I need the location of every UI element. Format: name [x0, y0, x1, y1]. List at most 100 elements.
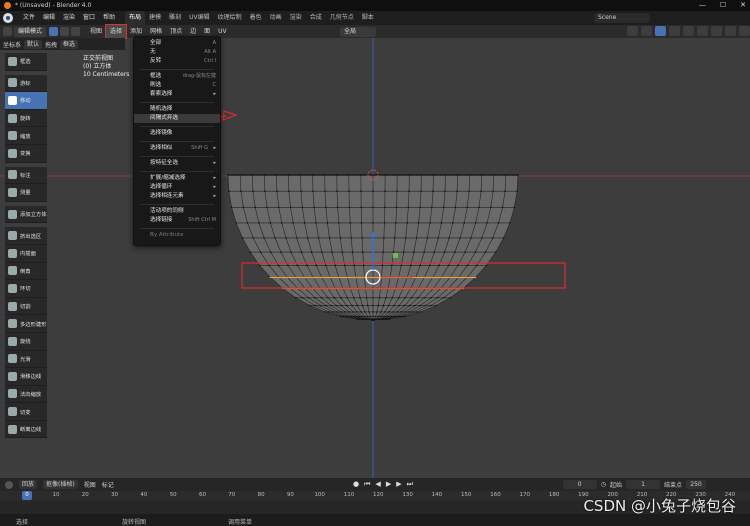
timeline-menu-view[interactable]: 视图	[84, 480, 96, 489]
tab-texture-paint[interactable]: 纹理绘制	[214, 11, 246, 25]
blender-logo-icon[interactable]	[3, 13, 13, 23]
tool-move[interactable]: 移动	[5, 92, 47, 110]
menu-window[interactable]: 窗口	[79, 11, 99, 25]
tool-edge-slide[interactable]: 滑移边线	[5, 368, 47, 386]
shading-rendered-icon[interactable]	[739, 26, 750, 36]
timeline-editor-icon[interactable]	[5, 480, 13, 489]
shading-solid-icon[interactable]	[711, 26, 722, 36]
select-menu-item[interactable]: 活动项的同侧	[134, 207, 220, 216]
gizmo-toggle-icon[interactable]	[655, 26, 666, 36]
mesh-vertex	[380, 315, 382, 318]
end-frame-field[interactable]: 250	[686, 480, 706, 489]
menu-help[interactable]: 帮助	[99, 11, 119, 25]
tool-loop-cut[interactable]: 环切	[5, 280, 47, 298]
jump-start-icon[interactable]: ⏮	[364, 480, 370, 489]
minimize-icon[interactable]: —	[699, 1, 706, 9]
select-menu-item[interactable]: 框选 drag-鼠标左键	[134, 72, 220, 81]
header-menu-view[interactable]: 视图	[86, 25, 106, 38]
tool-measure[interactable]: 测量	[5, 184, 47, 202]
jump-end-icon[interactable]: ⏭	[407, 480, 413, 489]
ruler-tick-label: 20	[81, 492, 89, 498]
tab-geometry-nodes[interactable]: 几何节点	[326, 11, 358, 25]
tool-select-box[interactable]: 框选	[5, 53, 47, 71]
select-menu-item[interactable]: 反转 Ctrl I	[134, 57, 220, 66]
transform-orientation-dropdown[interactable]: 全局	[340, 26, 376, 37]
shading-material-icon[interactable]	[725, 26, 736, 36]
proportional-edit-icon[interactable]	[641, 26, 652, 36]
tool-rip-edge[interactable]: 断离边线	[5, 420, 47, 439]
tool-poly-build[interactable]: 多边形建形	[5, 315, 47, 333]
tool-spin[interactable]: 旋绕	[5, 332, 47, 351]
tool-annotate[interactable]: 标注	[5, 166, 47, 185]
select-menu-item[interactable]: 选择链接 Shift Ctrl M	[134, 216, 220, 225]
mesh-vertex	[419, 304, 422, 307]
mesh-vertex	[351, 251, 354, 253]
close-icon[interactable]: ✕	[740, 1, 746, 9]
timeline-menu-playback[interactable]: 回放	[19, 480, 38, 489]
overlay-toggle-icon[interactable]	[669, 26, 680, 36]
tab-rendering[interactable]: 渲染	[286, 11, 306, 25]
snap-icon[interactable]	[627, 26, 638, 36]
next-key-icon[interactable]: ▶	[396, 480, 401, 489]
tab-shading[interactable]: 着色	[246, 11, 266, 25]
select-menu-item[interactable]: By Attribute	[134, 231, 220, 240]
tool-cursor[interactable]: 游标	[5, 74, 47, 93]
timeline-menu-marker[interactable]: 标记	[102, 480, 114, 489]
menu-render[interactable]: 渲染	[59, 11, 79, 25]
3d-viewport[interactable]	[0, 38, 750, 478]
tool-bevel[interactable]: 倒角	[5, 262, 47, 281]
tool-knife[interactable]: 切割	[5, 297, 47, 316]
select-menu-item[interactable]: 无 Alt A	[134, 48, 220, 57]
timeline-menu-keying[interactable]: 抠像(插帧)	[43, 480, 78, 489]
play-icon[interactable]: ▶	[386, 480, 391, 489]
menu-edit[interactable]: 编辑	[39, 11, 59, 25]
tool-extrude[interactable]: 挤出选区	[5, 227, 47, 245]
select-menu-item[interactable]: 全部 A	[134, 39, 220, 48]
clock-icon[interactable]: ◷	[601, 481, 606, 488]
tab-layout[interactable]: 布局	[125, 11, 146, 25]
record-icon[interactable]: ●	[353, 480, 359, 489]
mesh-vertex	[242, 206, 245, 209]
select-menu-item[interactable]: 刷选 C	[134, 81, 220, 90]
tool-shear[interactable]: 切变	[5, 403, 47, 421]
select-menu-item[interactable]: 选择相似 Shift G ▸	[134, 144, 220, 153]
maximize-icon[interactable]: ☐	[720, 1, 726, 9]
current-frame-indicator[interactable]: 0	[22, 491, 32, 500]
tab-compositing[interactable]: 合成	[306, 11, 326, 25]
header-menu-select[interactable]: 选择	[105, 24, 128, 39]
menu-file[interactable]: 文件	[19, 11, 39, 25]
tool-transform[interactable]: 变换	[5, 144, 47, 163]
face-select-icon[interactable]	[71, 27, 81, 36]
tab-modeling[interactable]: 建模	[145, 11, 165, 25]
xray-icon[interactable]	[683, 26, 694, 36]
drag-dropdown[interactable]: 框选	[60, 39, 79, 49]
tool-smooth[interactable]: 光滑	[5, 350, 47, 369]
select-menu-item[interactable]: 套索选择 ▸	[134, 90, 220, 99]
edge-select-icon[interactable]	[60, 27, 70, 36]
tool-scale[interactable]: 缩放	[5, 127, 47, 145]
editor-type-icon[interactable]	[3, 27, 12, 36]
scene-selector[interactable]: Scene	[594, 13, 650, 23]
vertex-select-icon[interactable]	[49, 27, 59, 36]
tool-rotate[interactable]: 旋转	[5, 109, 47, 128]
tab-sculpting[interactable]: 雕刻	[165, 11, 185, 25]
select-menu-item[interactable]: 随机选择	[134, 105, 220, 114]
current-frame-field[interactable]: 0	[562, 480, 597, 489]
tab-uv-editing[interactable]: UV编辑	[185, 11, 214, 25]
select-menu-item[interactable]: 间隔式弃选	[134, 114, 220, 123]
select-menu-item[interactable]: 扩展/缩减选择 ▸	[134, 174, 220, 183]
tool-add-cube[interactable]: 添加立方体	[5, 205, 47, 224]
select-menu-item[interactable]: 选择相连元素 ▸	[134, 192, 220, 201]
tool-inset[interactable]: 内插面	[5, 244, 47, 263]
start-frame-field[interactable]: 1	[625, 480, 660, 489]
mode-dropdown[interactable]: 编辑模式	[14, 26, 47, 37]
tab-scripting[interactable]: 脚本	[358, 11, 378, 25]
shading-wire-icon[interactable]	[697, 26, 708, 36]
select-menu-item[interactable]: 选择循环 ▸	[134, 183, 220, 192]
tool-shrink-fatten[interactable]: 法向缩放	[5, 385, 47, 404]
select-menu-item[interactable]: 选择镜像	[134, 129, 220, 138]
coord-system-dropdown[interactable]: 默认	[24, 39, 43, 49]
tab-animation[interactable]: 动画	[266, 11, 286, 25]
select-menu-item[interactable]: 按特征全选 ▸	[134, 159, 220, 168]
prev-key-icon[interactable]: ◀	[375, 480, 380, 489]
